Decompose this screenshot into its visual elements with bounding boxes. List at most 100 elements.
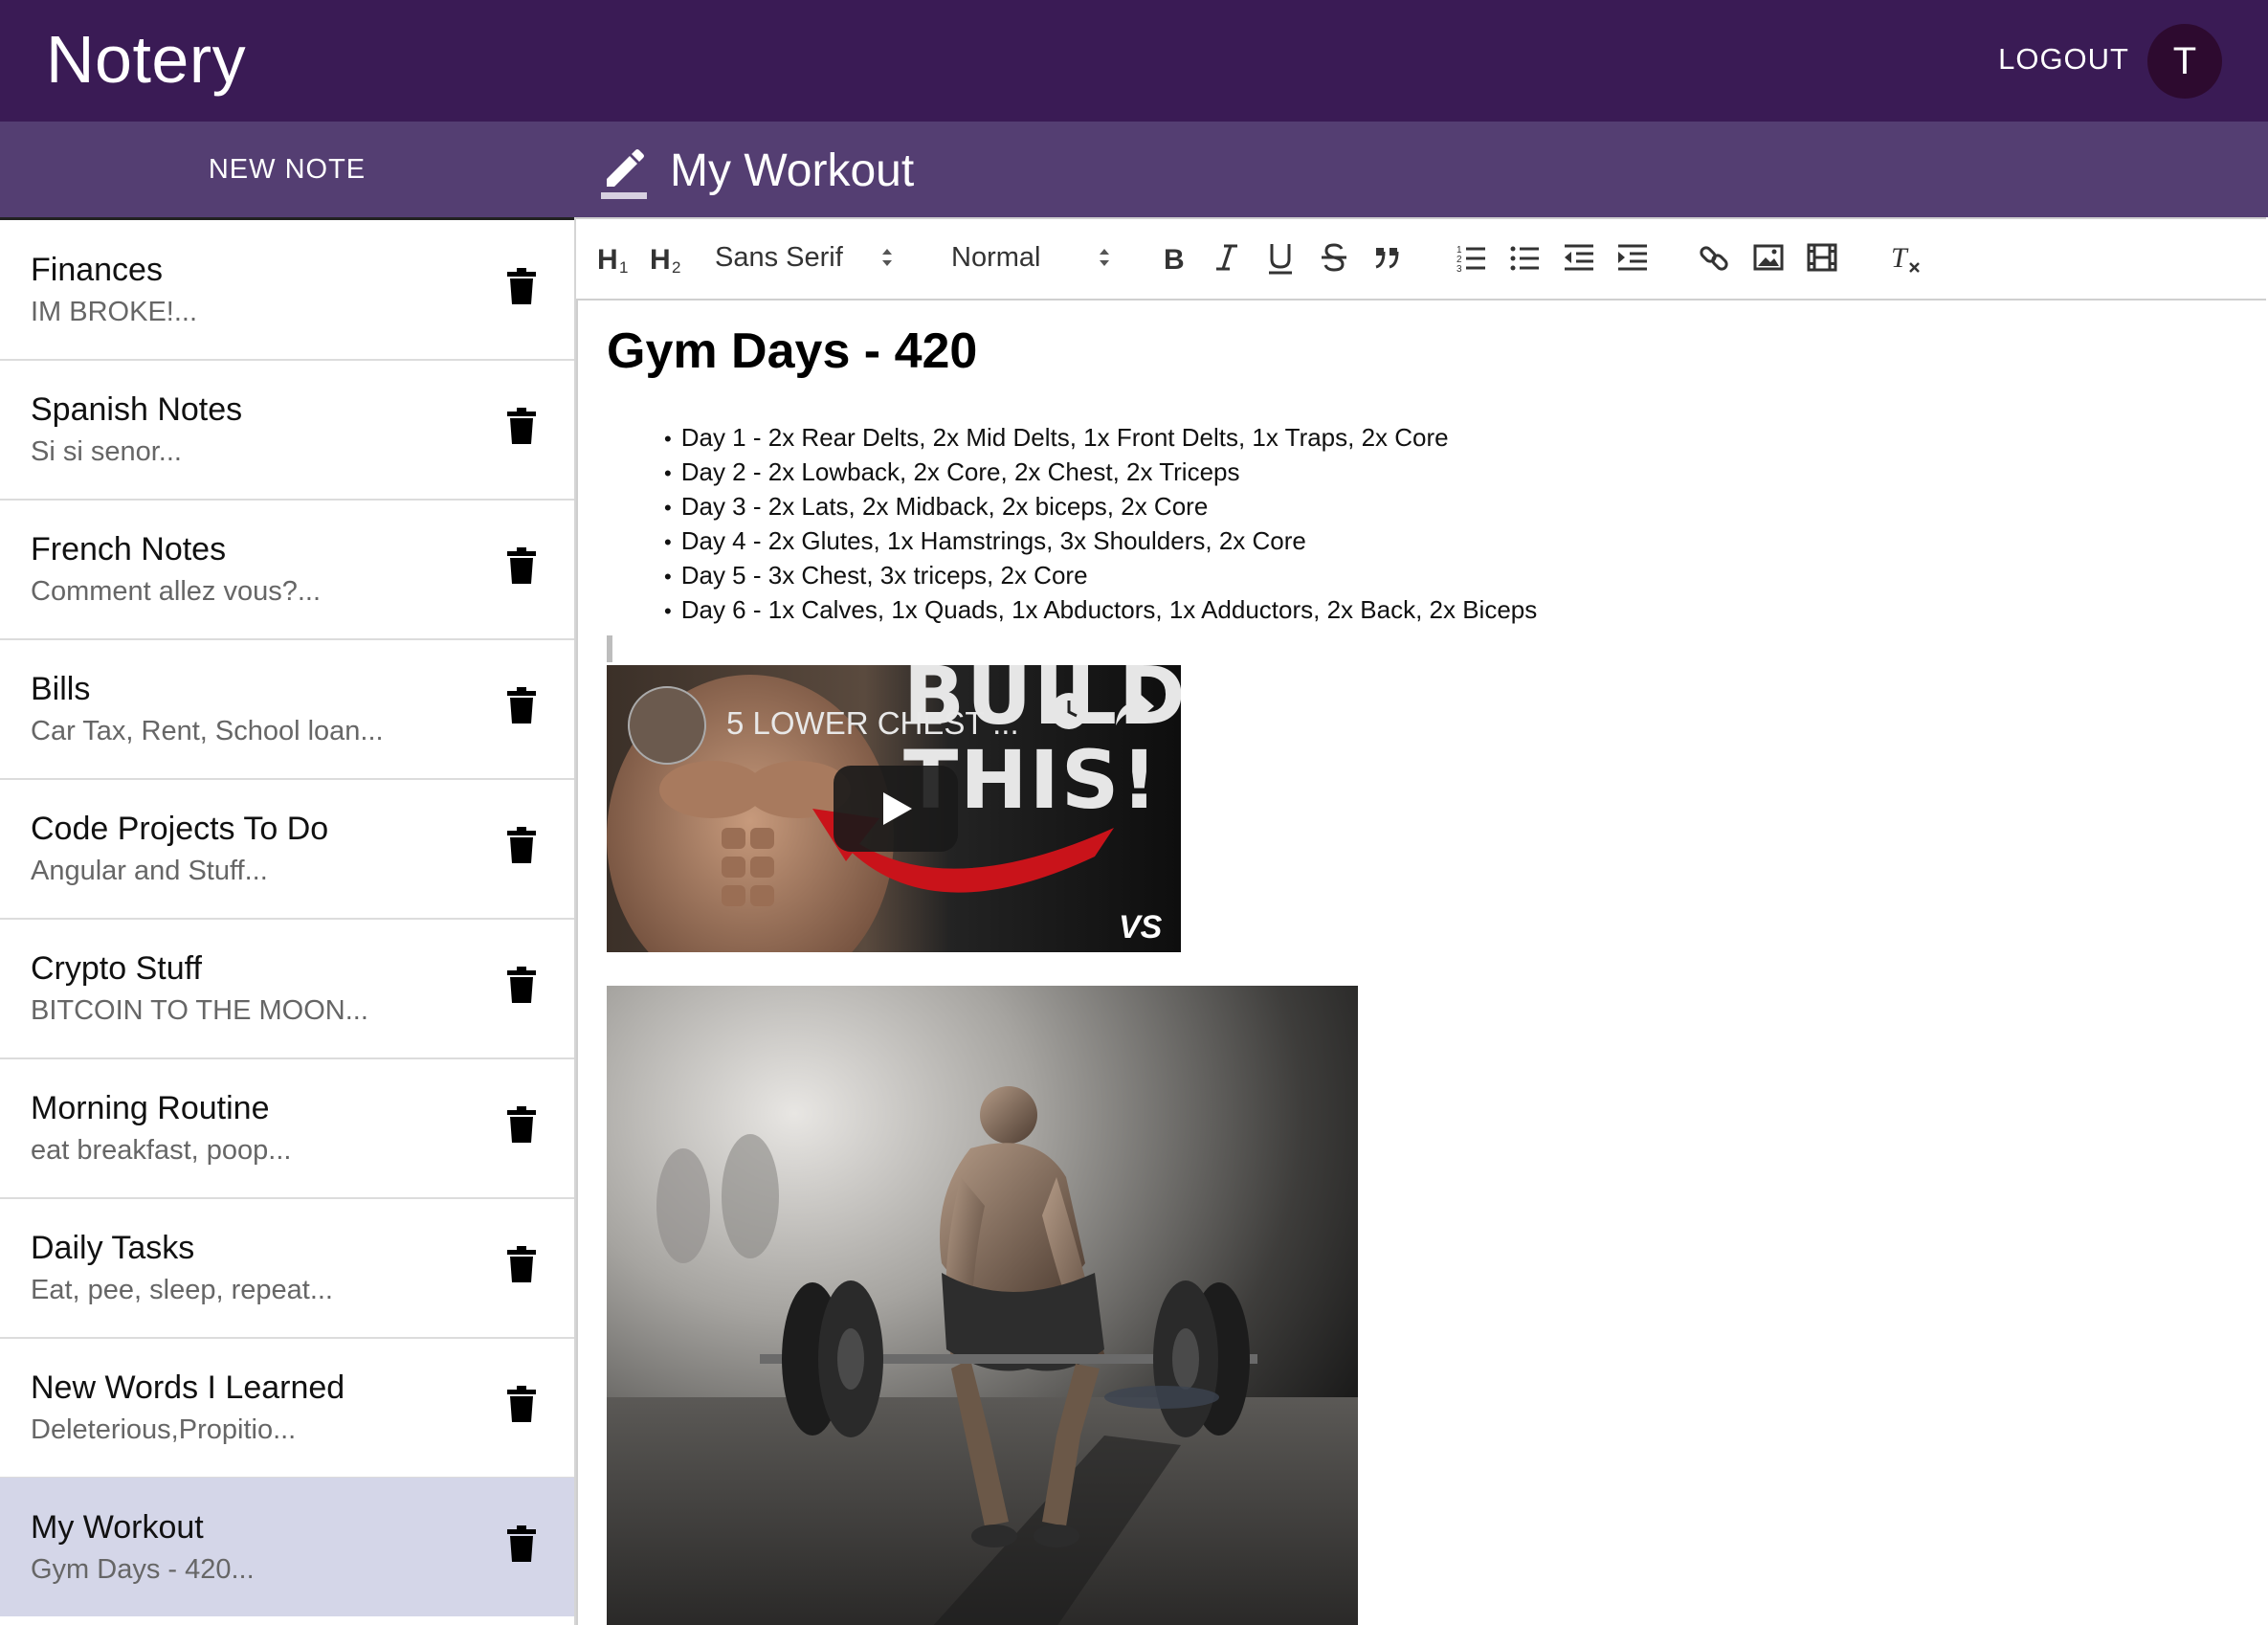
- bold-icon: B: [1164, 244, 1185, 276]
- notes-sidebar: Finances IM BROKE!... Spanish Notes Si si s…: [0, 217, 576, 1625]
- list-item[interactable]: Day 6 - 1x Calves, 1x Quads, 1x Abductor…: [664, 592, 1538, 627]
- quote-icon: [1375, 248, 1399, 269]
- svg-text:H: H: [650, 244, 671, 276]
- note-preview: Si si senor...: [31, 436, 182, 467]
- list-item[interactable]: Day 2 - 2x Lowback, 2x Core, 2x Chest, 2…: [664, 455, 1537, 489]
- picker-arrows-icon: [882, 249, 892, 266]
- font-picker-label: Sans Serif: [715, 242, 843, 273]
- trash-icon[interactable]: [507, 1246, 536, 1282]
- outdent-icon: [1565, 244, 1593, 271]
- link-button[interactable]: [1696, 236, 1734, 278]
- note-title: Finances: [31, 252, 163, 288]
- avatar[interactable]: T: [2147, 24, 2222, 99]
- svg-text:1: 1: [619, 258, 628, 277]
- size-picker[interactable]: Normal: [951, 236, 1123, 278]
- note-title: My Workout: [31, 1509, 204, 1546]
- editor-content[interactable]: Gym Days - 420 Day 1 - 2x Rear Delts, 2x…: [576, 299, 2268, 1625]
- bullet-list-button[interactable]: [1506, 236, 1545, 278]
- workout-day-list[interactable]: Day 1 - 2x Rear Delts, 2x Mid Delts, 1x …: [664, 420, 1538, 627]
- note-list-item[interactable]: Bills Car Tax, Rent, School loan...: [0, 639, 574, 780]
- heading1-button[interactable]: H1: [597, 236, 635, 278]
- note-preview: eat breakfast, poop...: [31, 1135, 292, 1166]
- svg-text:3: 3: [1456, 264, 1462, 275]
- list-item[interactable]: Day 3 - 2x Lats, 2x Midback, 2x biceps, …: [664, 489, 1537, 523]
- italic-icon: [1216, 244, 1237, 271]
- video-button[interactable]: [1803, 236, 1841, 278]
- size-picker-label: Normal: [951, 242, 1041, 273]
- note-list-item[interactable]: Crypto Stuff BITCOIN TO THE MOON...: [0, 919, 574, 1059]
- note-title: New Words I Learned: [31, 1369, 345, 1406]
- note-title: Bills: [31, 671, 91, 707]
- sub-header: NEW NOTE My Workout: [0, 122, 2268, 217]
- list-item[interactable]: Day 1 - 2x Rear Delts, 2x Mid Delts, 1x …: [664, 420, 1537, 455]
- note-preview: Comment allez vous?...: [31, 576, 322, 607]
- trash-icon[interactable]: [507, 827, 536, 863]
- note-preview: Eat, pee, sleep, repeat...: [31, 1275, 333, 1305]
- pencil-icon[interactable]: [601, 143, 649, 200]
- document-heading[interactable]: Gym Days - 420: [607, 323, 977, 380]
- strikethrough-icon: [1322, 243, 1346, 272]
- note-title: Crypto Stuff: [31, 950, 202, 987]
- note-title: Code Projects To Do: [31, 811, 329, 847]
- play-button[interactable]: [834, 766, 958, 852]
- indent-icon: [1618, 244, 1647, 271]
- note-list-item[interactable]: Spanish Notes Si si senor...: [0, 360, 574, 501]
- list-item[interactable]: Day 5 - 3x Chest, 3x triceps, 2x Core: [664, 558, 1537, 592]
- video-title[interactable]: 5 LOWER CHEST ...: [726, 705, 1019, 742]
- picker-arrows-icon: [1100, 249, 1109, 266]
- note-title: French Notes: [31, 531, 227, 568]
- note-title: Daily Tasks: [31, 1230, 195, 1266]
- workout-photo[interactable]: [607, 986, 1358, 1625]
- indent-button[interactable]: [1613, 236, 1652, 278]
- clear-format-button[interactable]: T: [1887, 236, 1925, 278]
- ordered-list-button[interactable]: 123: [1453, 236, 1491, 278]
- note-list-item[interactable]: Code Projects To Do Angular and Stuff...: [0, 779, 574, 920]
- trash-icon[interactable]: [507, 687, 536, 723]
- note-list-item[interactable]: New Words I Learned Deleterious,Propitio.…: [0, 1338, 574, 1479]
- clock-icon[interactable]: [1047, 689, 1091, 733]
- trash-icon[interactable]: [507, 408, 536, 444]
- blockquote-button[interactable]: [1368, 236, 1407, 278]
- trash-icon[interactable]: [507, 1386, 536, 1422]
- app-title: Notery: [46, 22, 247, 97]
- note-list-item[interactable]: French Notes Comment allez vous?...: [0, 500, 574, 640]
- note-preview: Angular and Stuff...: [31, 856, 268, 886]
- new-note-button[interactable]: NEW NOTE: [0, 122, 574, 217]
- underline-icon: [1269, 244, 1292, 275]
- current-note-title[interactable]: My Workout: [670, 145, 914, 197]
- trash-icon[interactable]: [507, 268, 536, 304]
- strike-button[interactable]: [1315, 236, 1353, 278]
- note-title: Morning Routine: [31, 1090, 270, 1126]
- trash-icon[interactable]: [507, 1106, 536, 1143]
- image-button[interactable]: [1749, 236, 1788, 278]
- trash-icon[interactable]: [507, 1525, 536, 1562]
- note-list-item[interactable]: Finances IM BROKE!...: [0, 220, 574, 361]
- italic-button[interactable]: [1208, 236, 1246, 278]
- text-cursor: [607, 635, 612, 662]
- svg-text:T: T: [1891, 242, 1909, 274]
- clear-format-icon: T: [1891, 242, 1920, 274]
- note-preview: BITCOIN TO THE MOON...: [31, 995, 368, 1026]
- share-icon[interactable]: [1112, 689, 1156, 729]
- svg-text:2: 2: [672, 258, 680, 277]
- note-list-item[interactable]: Morning Routine eat breakfast, poop...: [0, 1058, 574, 1199]
- bold-button[interactable]: B: [1155, 236, 1193, 278]
- link-icon: [1700, 246, 1728, 271]
- trash-icon[interactable]: [507, 967, 536, 1003]
- note-title: Spanish Notes: [31, 391, 243, 428]
- svg-text:B: B: [1164, 244, 1185, 276]
- font-picker[interactable]: Sans Serif: [715, 236, 906, 278]
- heading2-button[interactable]: H2: [650, 236, 688, 278]
- list-item[interactable]: Day 4 - 2x Glutes, 1x Hamstrings, 3x Sho…: [664, 523, 1537, 558]
- channel-avatar[interactable]: [628, 686, 706, 765]
- logout-button[interactable]: LOGOUT: [1998, 42, 2129, 77]
- note-preview: Deleterious,Propitio...: [31, 1414, 297, 1445]
- channel-logo: VS: [1119, 909, 1163, 946]
- note-list-item[interactable]: My Workout Gym Days - 420...: [0, 1478, 574, 1616]
- outdent-button[interactable]: [1560, 236, 1598, 278]
- embedded-video[interactable]: BUILD THIS! 5 LOWER CHEST ... VS: [607, 665, 1181, 952]
- note-preview: IM BROKE!...: [31, 297, 198, 327]
- trash-icon[interactable]: [507, 547, 536, 584]
- note-list-item[interactable]: Daily Tasks Eat, pee, sleep, repeat...: [0, 1198, 574, 1339]
- underline-button[interactable]: [1261, 236, 1300, 278]
